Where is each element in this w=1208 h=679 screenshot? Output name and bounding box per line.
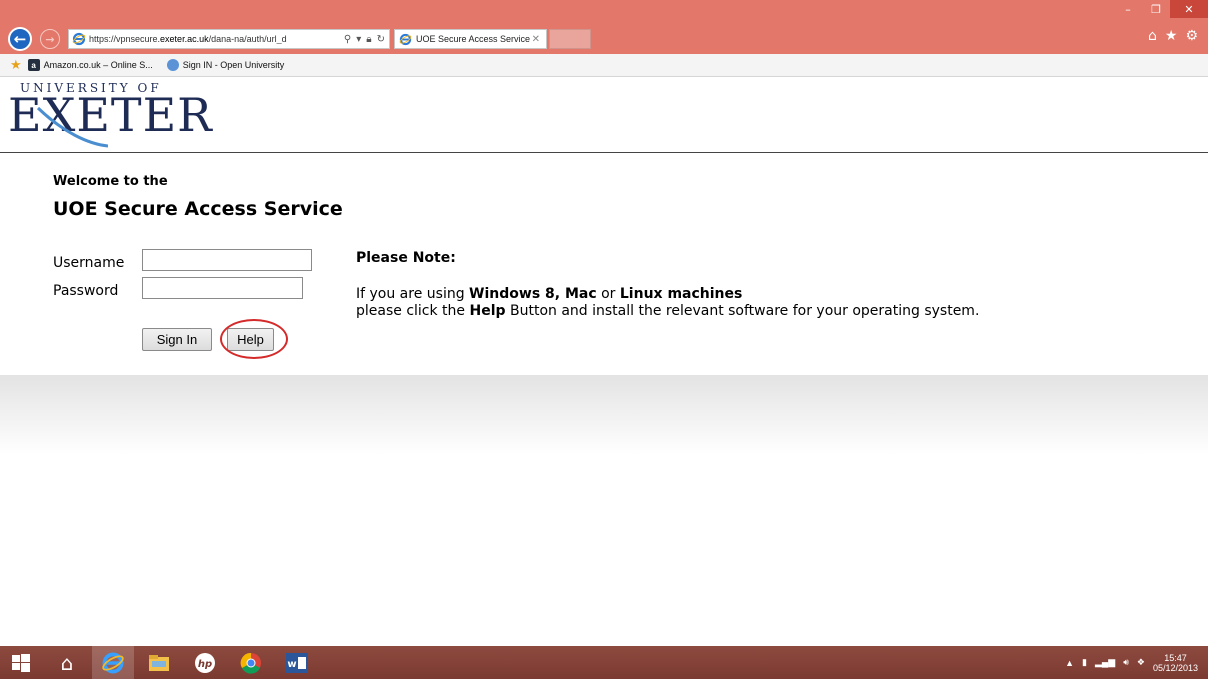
ie-taskbar-icon <box>102 652 124 673</box>
favorite-amazon[interactable]: a Amazon.co.uk – Online S... <box>27 59 153 71</box>
ie-tab-icon <box>399 33 412 45</box>
note-bold-help: Help <box>469 303 506 319</box>
help-highlight-circle <box>220 319 288 359</box>
dropbox-icon[interactable]: ❖ <box>1137 657 1145 668</box>
header-divider <box>0 152 1208 153</box>
volume-icon[interactable]: 🔊︎ <box>1123 657 1129 668</box>
note-text: or <box>596 286 620 302</box>
back-arrow-icon: ← <box>13 30 27 48</box>
restore-button[interactable]: ❐ <box>1142 0 1170 18</box>
tab-title: UOE Secure Access Service <box>416 34 531 44</box>
favorite-open-university[interactable]: Sign IN - Open University <box>166 59 285 71</box>
password-input[interactable] <box>142 277 303 299</box>
home-icon[interactable]: ⌂ <box>1148 28 1157 44</box>
new-tab-button[interactable] <box>549 29 591 49</box>
svg-text:hp: hp <box>198 659 212 670</box>
address-bar[interactable]: https://vpnsecure.exeter.ac.uk/dana-na/a… <box>68 29 390 49</box>
favorites-star-icon[interactable]: ★ <box>1165 28 1178 44</box>
note-line-1: If you are using Windows 8, Mac or Linux… <box>356 286 742 302</box>
amazon-icon: a <box>27 59 40 71</box>
password-label: Password <box>53 283 119 299</box>
windows-icon <box>12 653 30 672</box>
note-title: Please Note: <box>356 250 456 266</box>
ou-icon <box>166 59 179 71</box>
page-title: UOE Secure Access Service <box>53 198 343 220</box>
taskbar-chrome[interactable] <box>230 646 272 679</box>
network-icon[interactable]: ▮ <box>1082 657 1087 668</box>
sign-in-button[interactable]: Sign In <box>142 328 212 351</box>
search-icon[interactable]: ⚲ <box>344 34 351 45</box>
url-prefix: https://vpnsecure. <box>89 34 161 44</box>
gear-icon[interactable]: ⚙ <box>1185 28 1198 44</box>
ie-icon <box>72 32 86 46</box>
favorite-label: Sign IN - Open University <box>182 60 285 70</box>
username-label: Username <box>53 255 125 271</box>
taskbar-file-explorer[interactable] <box>138 646 180 679</box>
favorites-bar: ★ a Amazon.co.uk – Online S... Sign IN -… <box>0 54 1208 77</box>
url-path: /dana-na/auth/url_d <box>208 34 287 44</box>
refresh-icon[interactable]: ↻ <box>377 34 385 45</box>
note-text: Button and install the relevant software… <box>505 303 980 319</box>
note-text: If you are using <box>356 286 470 302</box>
footer-band <box>0 375 1208 455</box>
close-tab-icon[interactable]: ✕ <box>532 34 540 45</box>
taskbar-hp[interactable]: hp <box>184 646 226 679</box>
window-controls: – ❐ ✕ <box>1114 0 1208 18</box>
username-input[interactable] <box>142 249 312 271</box>
back-button[interactable]: ← <box>8 27 32 51</box>
taskbar-ie[interactable] <box>92 646 134 679</box>
chrome-toolbar-icons: ⌂ ★ ⚙ <box>1148 28 1198 44</box>
welcome-text: Welcome to the <box>53 174 168 189</box>
dropdown-icon[interactable]: ▾ <box>356 34 361 45</box>
taskbar: ⌂ hp w <box>0 646 1208 679</box>
lock-icon[interactable]: 🔒︎ <box>366 34 371 45</box>
address-tools: ⚲ ▾ 🔒︎ ↻ <box>344 34 389 45</box>
word-icon: w <box>286 652 308 673</box>
url-text: https://vpnsecure.exeter.ac.uk/dana-na/a… <box>89 34 344 44</box>
url-domain: exeter.ac.uk <box>160 34 209 44</box>
folder-icon <box>149 654 169 671</box>
close-button[interactable]: ✕ <box>1170 0 1208 18</box>
taskbar-home[interactable]: ⌂ <box>46 646 88 679</box>
note-bold-os: Windows 8, Mac <box>469 286 597 302</box>
add-favorite-star-icon[interactable]: ★ <box>10 57 22 73</box>
favorite-label: Amazon.co.uk – Online S... <box>43 60 153 70</box>
chrome-icon <box>240 652 261 674</box>
note-text: please click the <box>356 303 470 319</box>
note-bold-linux: Linux machines <box>619 286 743 302</box>
note-line-2: please click the Help Button and install… <box>356 303 979 319</box>
minimize-button[interactable]: – <box>1114 0 1142 18</box>
taskbar-word[interactable]: w <box>276 646 318 679</box>
signal-icon[interactable]: ▂▄▆ <box>1095 657 1115 668</box>
hp-icon: hp <box>195 652 215 673</box>
system-tray: ▲ ▮ ▂▄▆ 🔊︎ ❖ 15:47 05/12/2013 <box>1065 646 1198 679</box>
forward-button[interactable]: → <box>40 29 60 49</box>
clock[interactable]: 15:47 05/12/2013 <box>1153 653 1198 673</box>
logo-swoosh <box>36 106 108 148</box>
tab-uoe-secure-access[interactable]: UOE Secure Access Service ✕ <box>394 29 547 49</box>
clock-date: 05/12/2013 <box>1152 662 1198 673</box>
start-button[interactable] <box>0 646 42 679</box>
clock-time: 15:47 <box>1164 652 1187 663</box>
browser-chrome: – ❐ ✕ ← → https://vpnsecure.exeter.ac.uk… <box>0 0 1208 54</box>
forward-arrow-icon: → <box>45 32 55 46</box>
show-hidden-icons-icon[interactable]: ▲ <box>1065 658 1074 668</box>
svg-text:w: w <box>287 659 296 670</box>
home-icon: ⌂ <box>60 650 74 675</box>
